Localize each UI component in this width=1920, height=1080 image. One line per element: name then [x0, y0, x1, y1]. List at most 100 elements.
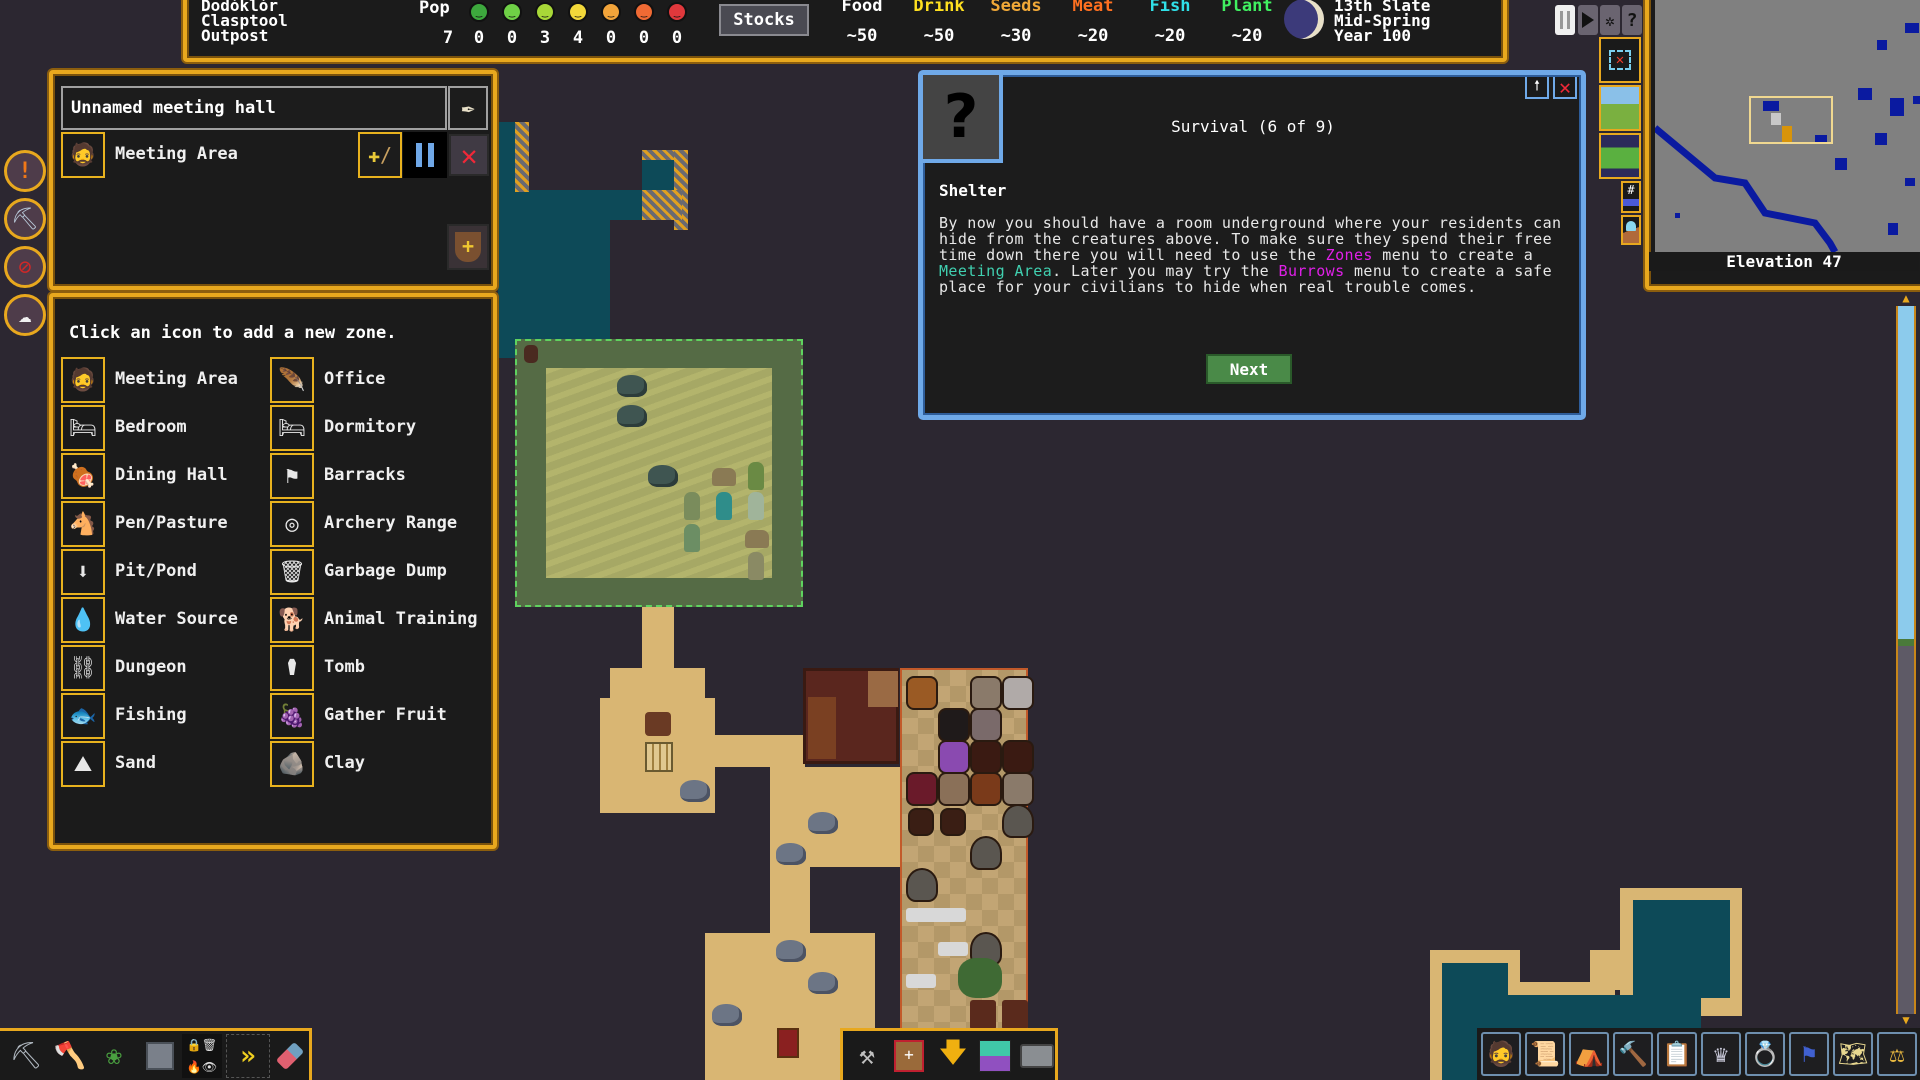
elevation-scrollbar[interactable] [1896, 306, 1916, 1014]
zone-option-tomb[interactable]: ⚰ Tomb [270, 645, 475, 691]
dig-button[interactable]: ⛏ [4, 1034, 48, 1078]
zone-option-pen-pasture[interactable]: 🐴 Pen/Pasture [61, 501, 266, 547]
zone-option-label: Tomb [324, 657, 365, 677]
zone-option-bedroom[interactable]: 🛏 Bedroom [61, 405, 266, 451]
zone-option-gather-fruit[interactable]: 🍇 Gather Fruit [270, 693, 475, 739]
weather-button[interactable]: ☁ [4, 294, 46, 336]
zone-option-animal-training[interactable]: 🐕 Animal Training [270, 597, 478, 643]
zone-option-meeting-area[interactable]: 🧔 Meeting Area [61, 357, 266, 403]
zone-option-dormitory[interactable]: 🛏 Dormitory [270, 405, 475, 451]
minimap-fortress [1782, 126, 1792, 143]
pit-pond-icon: ⬇ [61, 549, 105, 595]
underground-view-button[interactable] [1599, 133, 1641, 179]
horse-unit[interactable] [645, 712, 671, 736]
tutorial-close-button[interactable]: ✕ [1553, 77, 1577, 99]
stock-fish-label: Fish [1149, 0, 1191, 16]
zone-option-water-source[interactable]: 💧 Water Source [61, 597, 266, 643]
minimap[interactable] [1655, 0, 1920, 252]
chop-trees-button[interactable]: 🪓 [48, 1034, 92, 1078]
minimap-panel[interactable]: Elevation 47 [1645, 0, 1920, 290]
zone-option-pit-pond[interactable]: ⬇ Pit/Pond [61, 549, 266, 595]
labor-checklist-button[interactable]: 📋 [1657, 1032, 1697, 1076]
bed[interactable] [777, 1028, 799, 1058]
remove-zone-button[interactable]: ✕ [449, 134, 489, 176]
places-button[interactable]: ⛺ [1569, 1032, 1609, 1076]
military-button[interactable]: ⚑ [1789, 1032, 1829, 1076]
elevation-scroll-down-button[interactable]: ▼ [1896, 1014, 1916, 1026]
zone-option-archery-range[interactable]: ◎ Archery Range [270, 501, 475, 547]
suspend-zone-button[interactable] [403, 132, 447, 178]
tasks-button[interactable]: 📜 [1525, 1032, 1565, 1076]
stairs[interactable] [645, 742, 673, 772]
justice-icon: ⚖ [1889, 1040, 1905, 1068]
world-map-button[interactable]: 🗺 [1833, 1032, 1873, 1076]
minecart-button[interactable] [1015, 1034, 1059, 1078]
zone-option-fishing[interactable]: 🐟 Fishing [61, 693, 266, 739]
dwarf-unit[interactable] [748, 492, 764, 520]
minimap-lake [1877, 40, 1887, 50]
population-total: 7 [442, 28, 454, 48]
stocks-button[interactable]: Stocks [719, 4, 809, 36]
settings-button[interactable]: ✲ [1600, 5, 1620, 35]
zone-option-sand[interactable]: ⛰ Sand [61, 741, 266, 787]
pause-button[interactable] [1555, 5, 1575, 35]
item-properties-button[interactable]: 🔒 🗑 🔥 👁 [182, 1034, 222, 1078]
traffic-button[interactable]: » [226, 1034, 270, 1078]
dog-unit[interactable] [745, 530, 769, 548]
add-location-button[interactable]: + [447, 224, 489, 270]
zones-button[interactable] [973, 1034, 1017, 1078]
boulder [648, 465, 678, 487]
forbid-button[interactable]: ⊘ [4, 246, 46, 288]
tutorial-pin-button[interactable]: 🠕 [1525, 77, 1549, 99]
question-mark-icon: ? [943, 82, 979, 152]
cancel-selection-button[interactable]: ✕ [1599, 37, 1641, 83]
hammer-bricks-icon: ⚒ [859, 1041, 875, 1071]
zone-option-garbage-dump[interactable]: 🗑 Garbage Dump [270, 549, 475, 595]
dwarf-unit[interactable] [684, 524, 700, 552]
stone [808, 812, 838, 834]
minimap-lake [1875, 133, 1887, 145]
zone-option-dining-hall[interactable]: 🍖 Dining Hall [61, 453, 266, 499]
zone-option-barracks[interactable]: ⚑ Barracks [270, 453, 475, 499]
surface-view-button[interactable] [1599, 85, 1641, 131]
play-button[interactable] [1578, 5, 1598, 35]
smooth-stone-button[interactable] [138, 1034, 182, 1078]
grid-toggle-button[interactable]: # [1621, 181, 1641, 213]
build-construction-button[interactable]: ⚒ [845, 1034, 889, 1078]
objects-icon: 💍 [1750, 1040, 1780, 1068]
zone-option-label: Pen/Pasture [115, 513, 228, 533]
zone-option-dungeon[interactable]: ⛓ Dungeon [61, 645, 266, 691]
elevation-toggle-button[interactable] [1621, 215, 1641, 245]
office-icon: 🪶 [270, 357, 314, 403]
zone-option-clay[interactable]: 🪨 Clay [270, 741, 475, 787]
carpenter-workshop[interactable] [803, 668, 899, 764]
mood-miserable-count: 0 [671, 28, 683, 48]
paint-zone-button[interactable]: ✚ / [358, 132, 402, 178]
dwarf-unit[interactable] [748, 462, 764, 490]
justice-button[interactable]: ⚖ [1877, 1032, 1917, 1076]
barrel [1002, 740, 1034, 774]
objects-button[interactable]: 💍 [1745, 1032, 1785, 1076]
zone-option-office[interactable]: 🪶 Office [270, 357, 475, 403]
dwarf-unit[interactable] [684, 492, 700, 520]
work-orders-button[interactable]: 🔨 [1613, 1032, 1653, 1076]
dog-unit[interactable] [712, 468, 736, 486]
place-stockpile-button[interactable]: + [887, 1034, 931, 1078]
dwarf-unit[interactable] [748, 552, 764, 580]
help-button[interactable]: ? [1622, 5, 1642, 35]
alerts-button[interactable]: ! [4, 150, 46, 192]
tutorial-next-button[interactable]: Next [1206, 354, 1292, 384]
citizens-button[interactable]: 🧔 [1481, 1032, 1521, 1076]
dig-designation-button[interactable]: ⛏ [4, 198, 46, 240]
gather-plants-button[interactable]: ❀ [92, 1034, 136, 1078]
tutorial-next-label: Next [1229, 359, 1269, 379]
fortress-name-line3: Outpost [201, 26, 269, 45]
erase-button[interactable] [268, 1034, 312, 1078]
zone-name-field[interactable]: Unnamed meeting hall [61, 86, 447, 130]
rename-button[interactable]: ✒ [448, 86, 488, 130]
stairs-down-button[interactable]: 🡇 [931, 1034, 975, 1078]
dwarf-unit[interactable] [716, 492, 732, 520]
elevation-scroll-up-button[interactable]: ▲ [1896, 292, 1916, 304]
nobles-button[interactable]: ♛ [1701, 1032, 1741, 1076]
close-icon: ✕ [1558, 75, 1572, 99]
